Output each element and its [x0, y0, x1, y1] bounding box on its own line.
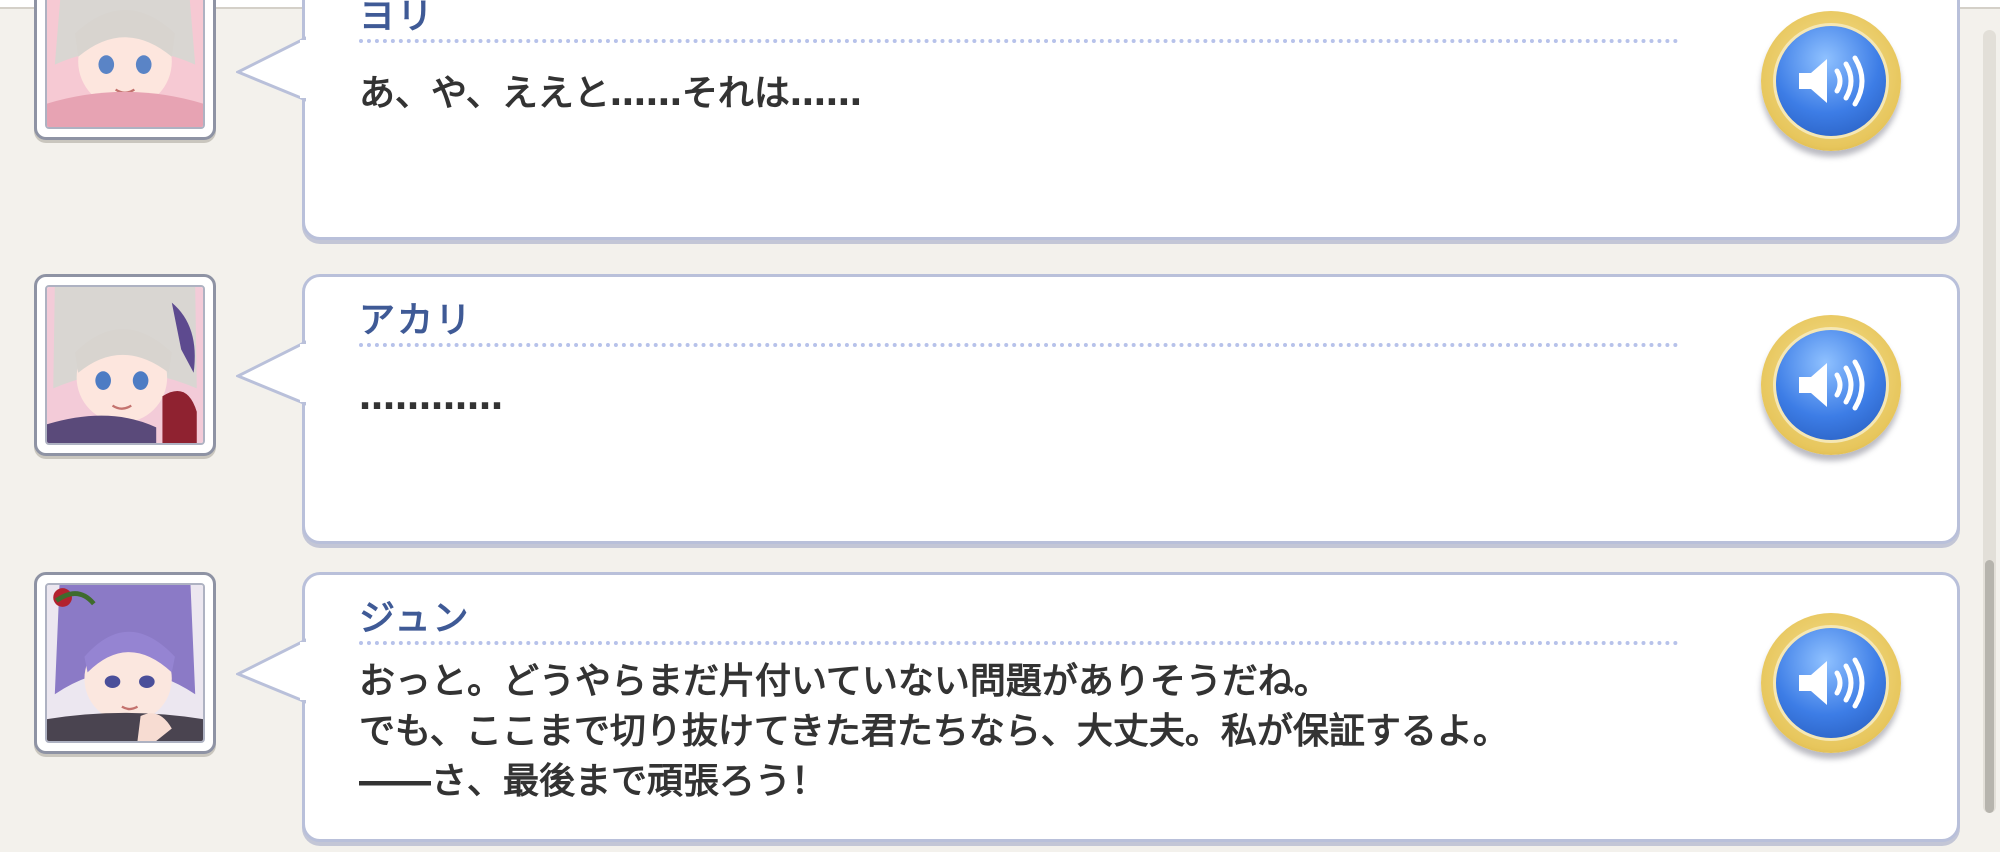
- avatar: [34, 572, 216, 754]
- speaker-volume-icon: [1799, 657, 1865, 709]
- message-text: おっと。どうやらまだ片付いていない問題がありそうだね。 でも、ここまで切り抜けて…: [359, 661, 1509, 802]
- voice-play-button[interactable]: [1761, 315, 1901, 455]
- log-entry: アカリ …………: [0, 274, 2000, 554]
- scroll-thumb[interactable]: [1985, 560, 1994, 813]
- name-divider: [359, 39, 1679, 43]
- speaker-volume-icon: [1799, 55, 1865, 107]
- speaker-name: アカリ: [359, 300, 474, 341]
- voice-play-button[interactable]: [1761, 613, 1901, 753]
- character-portrait-jun: [47, 585, 203, 741]
- avatar: [34, 0, 216, 140]
- scrollbar[interactable]: [1983, 30, 1996, 813]
- voice-play-button[interactable]: [1761, 11, 1901, 151]
- bubble-tail: [236, 638, 306, 704]
- bubble-tail: [236, 340, 306, 406]
- name-divider: [359, 343, 1679, 347]
- message-bubble: ヨリ あ、や、ええと……それは……: [302, 0, 1960, 240]
- message-text: …………: [359, 377, 503, 418]
- bubble-tail: [236, 36, 306, 102]
- log-entry: ヨリ あ、や、ええと……それは……: [0, 0, 2000, 250]
- message-bubble: ジュン おっと。どうやらまだ片付いていない問題がありそうだね。 でも、ここまで切…: [302, 572, 1960, 842]
- character-portrait-akari: [47, 287, 203, 443]
- message-text: あ、や、ええと……それは……: [359, 73, 862, 114]
- speaker-name: ヨリ: [359, 0, 436, 37]
- name-divider: [359, 641, 1679, 645]
- character-portrait-yori: [47, 0, 203, 127]
- message-bubble: アカリ …………: [302, 274, 1960, 544]
- speaker-volume-icon: [1799, 359, 1865, 411]
- log-entry: ジュン おっと。どうやらまだ片付いていない問題がありそうだね。 でも、ここまで切…: [0, 572, 2000, 852]
- speaker-name: ジュン: [359, 598, 471, 639]
- avatar: [34, 274, 216, 456]
